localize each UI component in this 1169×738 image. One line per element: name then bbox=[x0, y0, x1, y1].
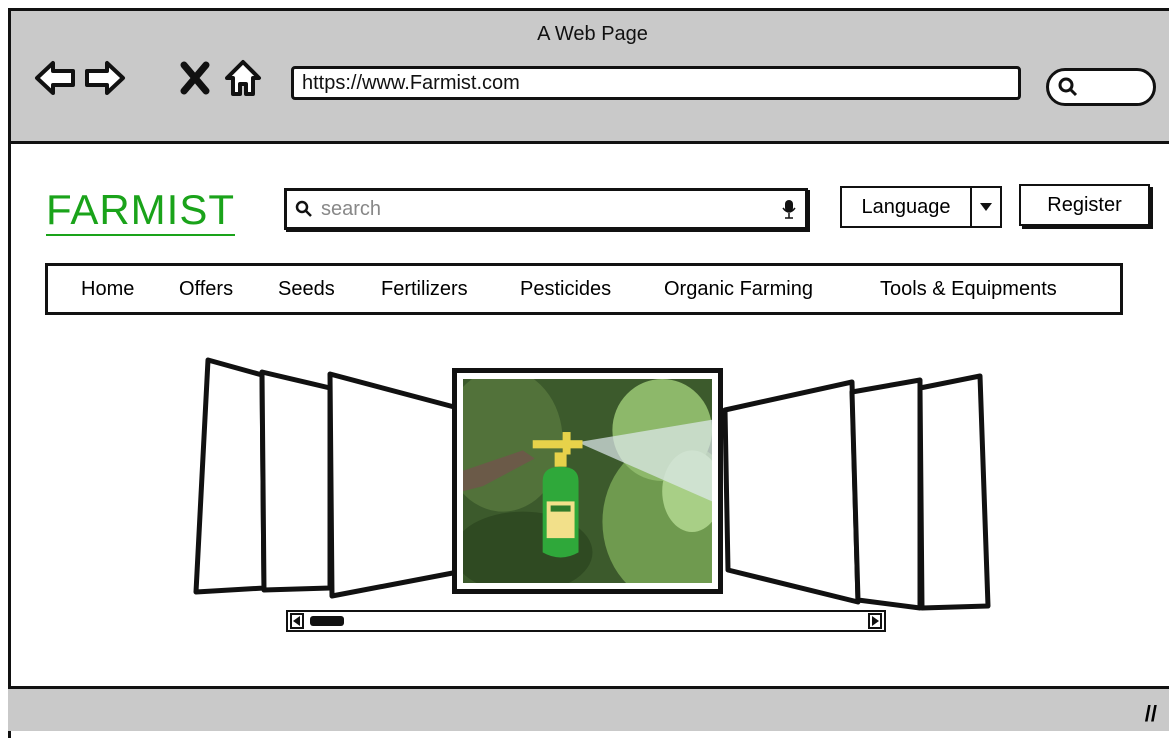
scroll-right-button[interactable] bbox=[868, 613, 882, 629]
triangle-right-icon bbox=[872, 616, 879, 626]
triangle-left-icon bbox=[293, 616, 300, 626]
carousel-slide-right-3 bbox=[917, 373, 991, 611]
carousel-slide-left-2 bbox=[259, 369, 333, 593]
scroll-left-button[interactable] bbox=[290, 613, 304, 629]
carousel-slide-left-3 bbox=[193, 357, 267, 595]
browser-statusbar: // bbox=[8, 686, 1169, 731]
carousel-active-slide[interactable] bbox=[452, 368, 723, 594]
scrollbar-thumb[interactable] bbox=[310, 616, 344, 626]
resize-grip-icon[interactable]: // bbox=[1145, 701, 1157, 727]
carousel-slide-right-1 bbox=[722, 379, 861, 605]
carousel-slide-left-1 bbox=[327, 371, 461, 599]
carousel-scrollbar[interactable] bbox=[286, 610, 886, 632]
carousel-slide-right-2 bbox=[849, 377, 923, 611]
product-image bbox=[463, 379, 712, 583]
